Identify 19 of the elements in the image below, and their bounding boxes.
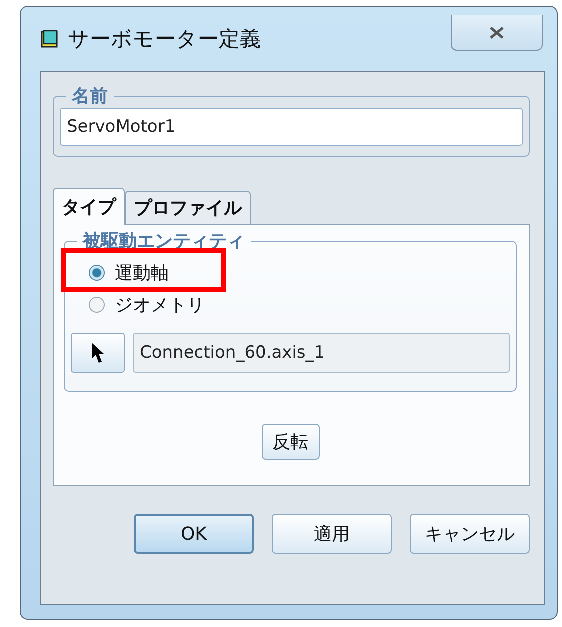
window-title: サーボモーター定義 — [68, 26, 261, 53]
close-icon — [489, 26, 505, 38]
tab[interactable]: プロファイル — [125, 191, 251, 224]
select-button[interactable] — [71, 333, 125, 373]
dialog-button[interactable]: 適用 — [272, 514, 392, 554]
flip-button[interactable]: 反転 — [262, 424, 320, 460]
radio-label: 運動軸 — [115, 262, 169, 285]
app-icon — [40, 29, 60, 49]
name-field[interactable]: ServoMotor1 — [60, 108, 523, 146]
dialog-button[interactable]: OK — [134, 514, 254, 554]
group-label: 名前 — [70, 85, 109, 108]
reference-field[interactable]: Connection_60.axis_1 — [133, 333, 510, 373]
radio-label: ジオメトリ — [115, 294, 205, 317]
radio-button[interactable] — [89, 265, 105, 281]
cursor-icon — [91, 342, 105, 364]
radio-button[interactable] — [89, 297, 105, 313]
tab[interactable]: タイプ — [53, 188, 125, 225]
dialog-button[interactable]: キャンセル — [410, 514, 530, 554]
close-button[interactable] — [451, 15, 543, 51]
